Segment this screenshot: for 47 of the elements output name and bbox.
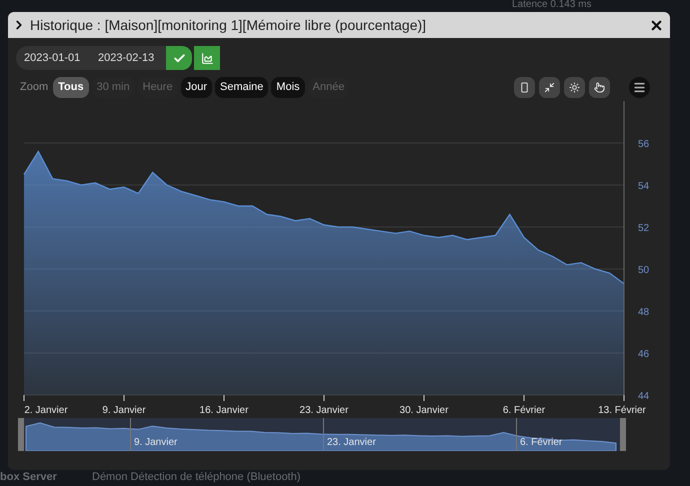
axis-label: 23. Janvier [300, 405, 348, 416]
axis-label: 56 [638, 139, 650, 150]
axis-label: 54 [638, 181, 650, 192]
axis-label: 48 [638, 307, 650, 318]
navigator-handle[interactable] [18, 418, 24, 451]
navigator-label: 23. Janvier [327, 436, 376, 450]
background-text: Latence 0.143 ms [512, 0, 592, 10]
pointer-hand-icon [594, 82, 605, 92]
navigator[interactable]: 9. Janvier 23. Janvier 6. Février [18, 418, 626, 451]
navigator-label: 9. Janvier [134, 436, 178, 450]
background-text: Démon Détection de téléphone (Bluetooth) [92, 471, 301, 484]
zoom-range-button[interactable]: Jour [180, 76, 212, 98]
start-date-field[interactable]: 2023-01-01 [16, 46, 94, 70]
axis-label: 46 [638, 349, 650, 360]
window-title: Historique : [Maison][monitoring 1][Mémoire libre (pourcentage)] [30, 16, 426, 35]
axis-label: 52 [638, 223, 650, 234]
axis-label: 13. Février [598, 405, 646, 416]
end-date-field[interactable]: 2023-02-13 [94, 46, 166, 70]
sun-icon [569, 82, 580, 92]
chart-button[interactable] [194, 46, 220, 70]
navigator-label: 6. Février [520, 436, 562, 450]
arrows-icon [544, 82, 555, 92]
axis-label: 2. Janvier [24, 405, 68, 416]
pointer-button[interactable] [589, 76, 610, 98]
axis-label: 50 [638, 265, 650, 276]
arrows-button[interactable] [539, 76, 560, 98]
close-button[interactable] [649, 18, 664, 32]
close-icon [649, 18, 664, 32]
zoom-range-button[interactable]: Semaine [215, 76, 268, 98]
axis-label: 30. Janvier [400, 405, 448, 416]
check-icon [172, 52, 186, 64]
validate-button[interactable] [166, 46, 192, 70]
menu-icon [633, 80, 646, 94]
axis-label: 6. Février [502, 405, 546, 416]
zoom-range-button[interactable]: Mois [271, 76, 305, 98]
zoom-range-button[interactable]: Tous [53, 76, 89, 98]
zoom-label: Zoom [19, 80, 50, 95]
axis-label: 9. Janvier [102, 405, 146, 416]
sun-button[interactable] [564, 76, 585, 98]
menu-button[interactable] [629, 76, 650, 98]
axis-label: 16. Janvier [200, 405, 248, 416]
axis-label: 44 [638, 391, 650, 402]
area-chart-icon [200, 52, 214, 64]
rectangle-button[interactable] [514, 76, 535, 98]
navigator-handle[interactable] [620, 418, 626, 451]
background-text: box Server [0, 471, 57, 484]
rectangle-icon [519, 82, 530, 92]
